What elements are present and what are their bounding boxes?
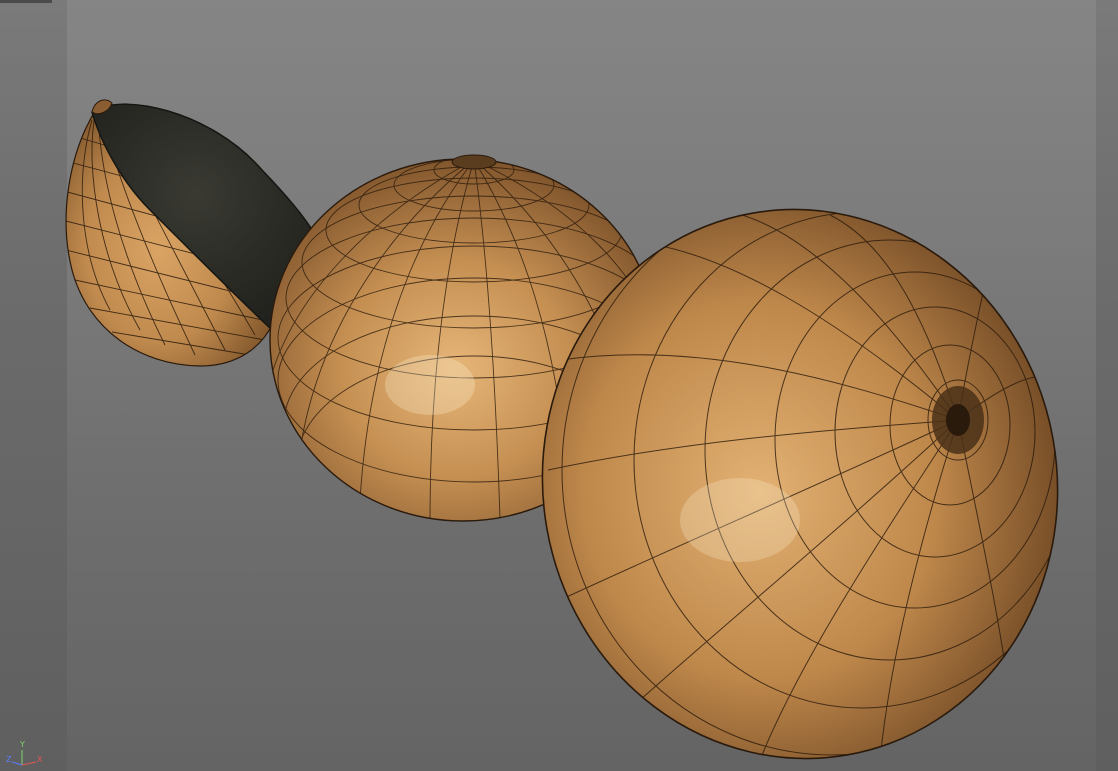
axis-gizmo: Y X Z bbox=[6, 741, 46, 767]
axis-y-label: Y bbox=[20, 740, 25, 749]
axis-z-line bbox=[11, 761, 23, 766]
front-fruit-highlight bbox=[680, 478, 800, 562]
front-fruit-stem-scar bbox=[932, 386, 984, 454]
middle-fruit-highlight bbox=[385, 355, 475, 415]
scene-render bbox=[65, 99, 1101, 771]
axis-z-label: Z bbox=[6, 755, 12, 764]
axis-x-label: X bbox=[37, 755, 43, 764]
3d-app-window: Y X Z bbox=[0, 0, 1118, 771]
middle-fruit-stem bbox=[451, 154, 497, 170]
axis-x-line bbox=[21, 761, 37, 766]
